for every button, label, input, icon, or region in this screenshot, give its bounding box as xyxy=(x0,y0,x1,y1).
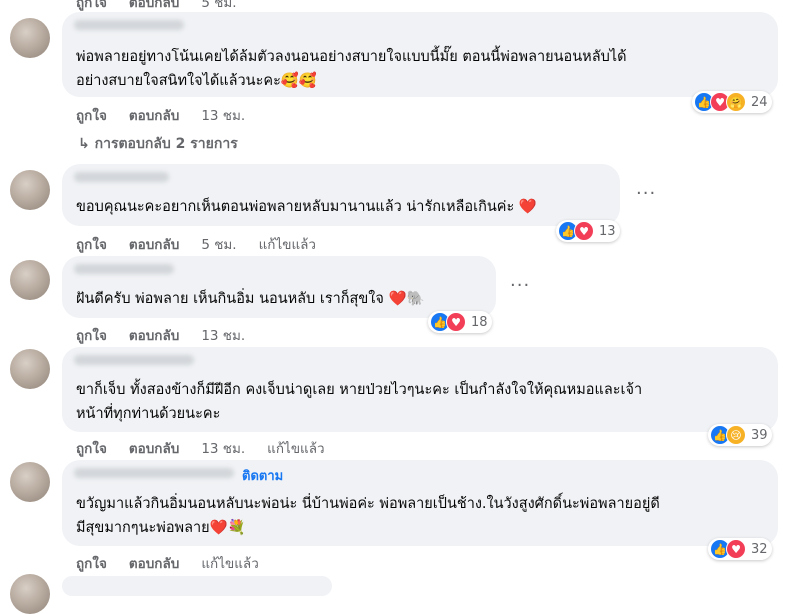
reply-link[interactable]: ตอบกลับ xyxy=(129,0,179,11)
more-options-icon[interactable]: ··· xyxy=(636,183,656,204)
reply-link[interactable]: ตอบกลับ xyxy=(129,328,179,344)
comment-text-line: พ่อพลายอยู่ทางโน้นเคยได้ล้มตัวลงนอนอย่าง… xyxy=(76,49,627,65)
reaction-summary[interactable]: 👍 ♥ 18 xyxy=(428,311,492,333)
like-link[interactable]: ถูกใจ xyxy=(76,0,107,11)
comment-bubble: ติดตาม ขวัญมาแล้วกินอิ่มนอนหลับนะพ่อน่ะ … xyxy=(62,460,778,546)
comment-text-line: อย่างสบายใจสนิทใจได้แล้วนะคะ🥰🥰 xyxy=(76,73,317,89)
timestamp[interactable]: 5 ชม. xyxy=(201,237,236,253)
avatar[interactable] xyxy=(10,170,50,210)
comment-text-line: ฝันดีครับ พ่อพลาย เห็นกินอิ่ม นอนหลับ เร… xyxy=(76,291,425,307)
comment-bubble xyxy=(62,576,332,596)
avatar[interactable] xyxy=(10,349,50,389)
author-name[interactable] xyxy=(74,264,174,274)
comment-actions: ถูกใจ ตอบกลับ 5 ชม. แก้ไขแล้ว xyxy=(76,233,338,255)
author-name[interactable] xyxy=(74,355,194,365)
sad-icon: 😢 xyxy=(726,425,746,445)
comment-bubble: ขาก็เจ็บ ทั้งสองข้างก็มีฝีอีก คงเจ็บน่าด… xyxy=(62,347,778,432)
avatar[interactable] xyxy=(10,574,50,614)
like-link[interactable]: ถูกใจ xyxy=(76,108,107,124)
reaction-summary[interactable]: 👍 ♥ 13 xyxy=(556,220,620,242)
view-replies-link[interactable]: ↳ การตอบกลับ 2 รายการ xyxy=(78,133,238,155)
comment-actions: ถูกใจ ตอบกลับ 13 ชม. แก้ไขแล้ว xyxy=(76,437,347,459)
like-link[interactable]: ถูกใจ xyxy=(76,441,107,457)
edited-label: แก้ไขแล้ว xyxy=(258,237,317,253)
author-name[interactable] xyxy=(74,20,184,30)
comment-text-line: มีสุขมากๆนะพ่อพลาย❤️💐 xyxy=(76,520,246,536)
reply-link[interactable]: ตอบกลับ xyxy=(129,441,179,457)
timestamp[interactable]: 13 ชม. xyxy=(201,108,245,124)
comment-bubble: ฝันดีครับ พ่อพลาย เห็นกินอิ่ม นอนหลับ เร… xyxy=(62,256,496,318)
like-link[interactable]: ถูกใจ xyxy=(76,328,107,344)
reaction-count: 32 xyxy=(751,541,768,557)
reply-link[interactable]: ตอบกลับ xyxy=(129,237,179,253)
reaction-count: 13 xyxy=(599,223,616,239)
comment-bubble: ขอบคุณนะคะอยากเห็นตอนพ่อพลายหลับมานานแล้… xyxy=(62,164,620,226)
reaction-summary[interactable]: 👍 😢 39 xyxy=(708,424,772,446)
author-name[interactable] xyxy=(74,468,234,478)
reaction-count: 18 xyxy=(471,314,488,330)
reply-link[interactable]: ตอบกลับ xyxy=(129,556,179,572)
timestamp[interactable]: 5 ชม. xyxy=(201,0,236,11)
love-icon: ♥ xyxy=(726,539,746,559)
avatar[interactable] xyxy=(10,18,50,58)
comment-text-line: หน้าที่ทุกท่านด้วยนะคะ xyxy=(76,406,221,422)
like-link[interactable]: ถูกใจ xyxy=(76,237,107,253)
comment-actions: ถูกใจ ตอบกลับ 13 ชม. xyxy=(76,324,267,346)
comment-text-line: ขอบคุณนะคะอยากเห็นตอนพ่อพลายหลับมานานแล้… xyxy=(76,199,537,215)
author-name[interactable] xyxy=(74,172,169,182)
comment-actions: ถูกใจ ตอบกลับ 13 ชม. xyxy=(76,104,267,126)
reaction-summary[interactable]: 👍 ♥ 🤗 24 xyxy=(692,91,772,113)
love-icon: ♥ xyxy=(446,312,466,332)
comment-text-line: ขวัญมาแล้วกินอิ่มนอนหลับนะพ่อน่ะ นี่บ้าน… xyxy=(76,496,660,512)
timestamp[interactable]: 13 ชม. xyxy=(201,328,245,344)
timestamp[interactable]: 13 ชม. xyxy=(201,441,245,457)
comment-text-line: ขาก็เจ็บ ทั้งสองข้างก็มีฝีอีก คงเจ็บน่าด… xyxy=(76,382,643,398)
love-icon: ♥ xyxy=(574,221,594,241)
care-icon: 🤗 xyxy=(726,92,746,112)
edited-label: แก้ไขแล้ว xyxy=(201,556,259,572)
avatar[interactable] xyxy=(10,462,50,502)
reply-link[interactable]: ตอบกลับ xyxy=(129,108,179,124)
follow-button[interactable]: ติดตาม xyxy=(242,465,283,486)
reaction-count: 39 xyxy=(751,427,768,443)
avatar[interactable] xyxy=(10,260,50,300)
like-link[interactable]: ถูกใจ xyxy=(76,556,107,572)
reaction-summary[interactable]: 👍 ♥ 32 xyxy=(708,538,772,560)
comment-bubble: พ่อพลายอยู่ทางโน้นเคยได้ล้มตัวลงนอนอย่าง… xyxy=(62,12,778,97)
more-options-icon[interactable]: ··· xyxy=(510,275,530,296)
comment-actions: ถูกใจ ตอบกลับ แก้ไขแล้ว xyxy=(76,552,281,574)
edited-label: แก้ไขแล้ว xyxy=(267,441,325,457)
reaction-count: 24 xyxy=(751,94,768,110)
